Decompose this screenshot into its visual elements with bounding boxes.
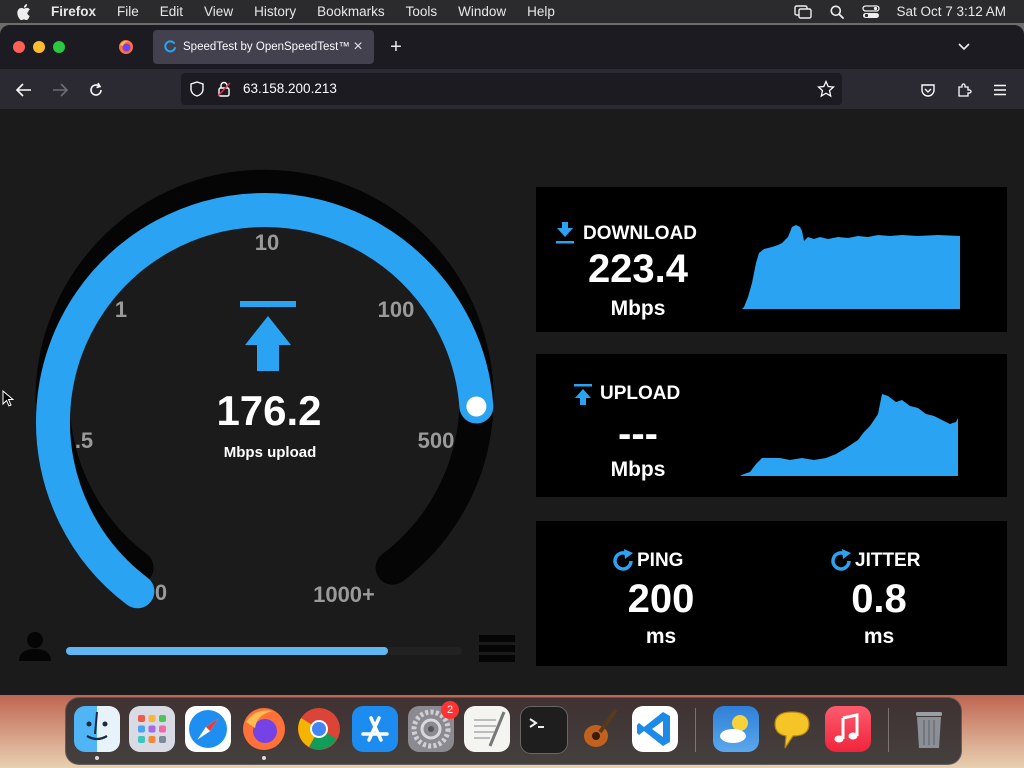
- app-store-icon[interactable]: [352, 706, 398, 752]
- music-icon[interactable]: [825, 706, 871, 752]
- pinned-tab-firefox[interactable]: [108, 33, 144, 61]
- new-tab-button[interactable]: +: [386, 37, 406, 57]
- menu-file[interactable]: File: [117, 4, 139, 19]
- openspeedtest-favicon-icon: [163, 40, 177, 54]
- trash-icon[interactable]: [906, 706, 952, 752]
- upload-unit: Mbps: [610, 458, 666, 481]
- ping-jitter-panel: PING 200 ms JITTER 0.8 ms: [536, 521, 1007, 666]
- menu-bar: Firefox File Edit View History Bookmarks…: [0, 0, 1024, 23]
- speedtest-page: 0 .5 1 10 100 500 1000+ 176.2 Mbps uploa…: [0, 109, 1024, 695]
- tab-bar: SpeedTest by OpenSpeedTest™ × +: [0, 25, 1024, 69]
- vscode-icon[interactable]: [632, 706, 678, 752]
- menu-app-name[interactable]: Firefox: [51, 4, 96, 19]
- close-tab-icon[interactable]: ×: [350, 39, 366, 55]
- download-panel: DOWNLOAD 223.4 Mbps: [536, 187, 1007, 332]
- current-speed-unit: Mbps upload: [224, 444, 317, 461]
- pocket-icon[interactable]: [917, 79, 939, 101]
- gauge-label-0: 0: [155, 580, 167, 605]
- apple-menu-icon[interactable]: [17, 3, 37, 20]
- close-window-button[interactable]: [13, 41, 25, 53]
- firefox-icon[interactable]: [241, 706, 287, 752]
- speed-gauge: 0 .5 1 10 100 500 1000+ 176.2 Mbps uploa…: [19, 169, 515, 662]
- menu-edit[interactable]: Edit: [160, 4, 183, 19]
- upload-panel: UPLOAD --- Mbps: [536, 354, 1007, 497]
- screen-mirroring-icon[interactable]: [794, 4, 813, 20]
- ping-refresh-icon: [613, 549, 633, 571]
- tab-title: SpeedTest by OpenSpeedTest™: [183, 41, 350, 53]
- reload-icon[interactable]: [85, 79, 107, 101]
- control-center-icon[interactable]: [862, 4, 881, 20]
- ping-unit: ms: [645, 625, 677, 648]
- gauge-label-100: 100: [378, 297, 415, 322]
- menu-help[interactable]: Help: [527, 4, 555, 19]
- garageband-icon[interactable]: [576, 706, 622, 752]
- results-menu-icon[interactable]: [479, 635, 515, 662]
- test-progress-fill: [66, 647, 388, 655]
- firefox-icon: [119, 40, 133, 54]
- jitter-unit: ms: [863, 625, 895, 648]
- back-arrow-icon[interactable]: [13, 79, 35, 101]
- jitter-label: JITTER: [855, 550, 921, 571]
- download-speed-graph: [742, 225, 960, 309]
- gauge-label-10: 10: [255, 230, 279, 255]
- gauge-label-1000-plus: 1000+: [313, 582, 375, 607]
- weather-icon[interactable]: [713, 706, 759, 752]
- spotlight-search-icon[interactable]: [828, 4, 846, 20]
- dock-separator: [888, 708, 889, 752]
- upload-arrow-icon: [240, 301, 296, 371]
- chrome-icon[interactable]: [296, 706, 342, 752]
- upload-value: ---: [618, 412, 658, 456]
- browser-window: SpeedTest by OpenSpeedTest™ × + 63.158.2…: [0, 25, 1024, 695]
- menu-view[interactable]: View: [204, 4, 233, 19]
- firefox-running-indicator: [262, 756, 266, 760]
- system-settings-icon[interactable]: 2: [408, 701, 459, 752]
- jitter-refresh-icon: [831, 549, 851, 571]
- textedit-icon[interactable]: [464, 706, 510, 752]
- gauge-label-half: .5: [75, 428, 93, 453]
- menu-window[interactable]: Window: [458, 4, 506, 19]
- menu-tools[interactable]: Tools: [406, 4, 438, 19]
- menu-history[interactable]: History: [254, 4, 296, 19]
- navigation-toolbar: 63.158.200.213: [0, 69, 1024, 109]
- forward-arrow-icon[interactable]: [49, 79, 71, 101]
- bookmark-star-icon[interactable]: [816, 79, 836, 103]
- mouse-cursor-icon: [2, 390, 14, 407]
- dock-separator: [695, 708, 696, 752]
- shield-icon[interactable]: [190, 81, 204, 102]
- settings-notification-badge: 2: [441, 701, 459, 719]
- address-bar[interactable]: 63.158.200.213: [181, 73, 842, 105]
- ping-label: PING: [637, 550, 684, 571]
- ping-value: 200: [627, 577, 695, 621]
- minimize-window-button[interactable]: [33, 41, 45, 53]
- finder-icon[interactable]: [74, 706, 120, 752]
- url-text[interactable]: 63.158.200.213: [243, 81, 337, 96]
- zoom-window-button[interactable]: [53, 41, 65, 53]
- download-unit: Mbps: [610, 297, 666, 320]
- extensions-puzzle-icon[interactable]: [953, 79, 975, 101]
- upload-label: UPLOAD: [600, 383, 681, 404]
- dock: 2: [65, 697, 962, 765]
- gauge-label-1: 1: [115, 297, 127, 322]
- list-all-tabs-chevron-down-icon[interactable]: [956, 39, 972, 55]
- safari-icon[interactable]: [185, 706, 231, 752]
- download-arrow-icon: [556, 222, 574, 244]
- download-value: 223.4: [587, 247, 689, 291]
- download-label: DOWNLOAD: [583, 223, 697, 244]
- upload-speed-graph: [740, 394, 958, 476]
- terminal-icon[interactable]: [520, 706, 568, 754]
- active-tab[interactable]: SpeedTest by OpenSpeedTest™ ×: [153, 30, 374, 64]
- finder-running-indicator: [95, 756, 99, 760]
- upload-arrow-icon: [574, 384, 592, 405]
- gauge-label-500: 500: [418, 428, 455, 453]
- current-speed-value: 176.2: [216, 387, 321, 434]
- insecure-lock-icon[interactable]: [217, 81, 231, 102]
- hamburger-menu-icon[interactable]: [989, 79, 1011, 101]
- feedback-icon[interactable]: [769, 706, 815, 752]
- launchpad-icon[interactable]: [129, 706, 175, 752]
- menu-bar-clock[interactable]: Sat Oct 7 3:12 AM: [896, 4, 1006, 19]
- jitter-value: 0.8: [851, 577, 907, 621]
- gauge-needle-knob: [466, 396, 487, 417]
- user-icon[interactable]: [19, 632, 51, 661]
- menu-bookmarks[interactable]: Bookmarks: [317, 4, 385, 19]
